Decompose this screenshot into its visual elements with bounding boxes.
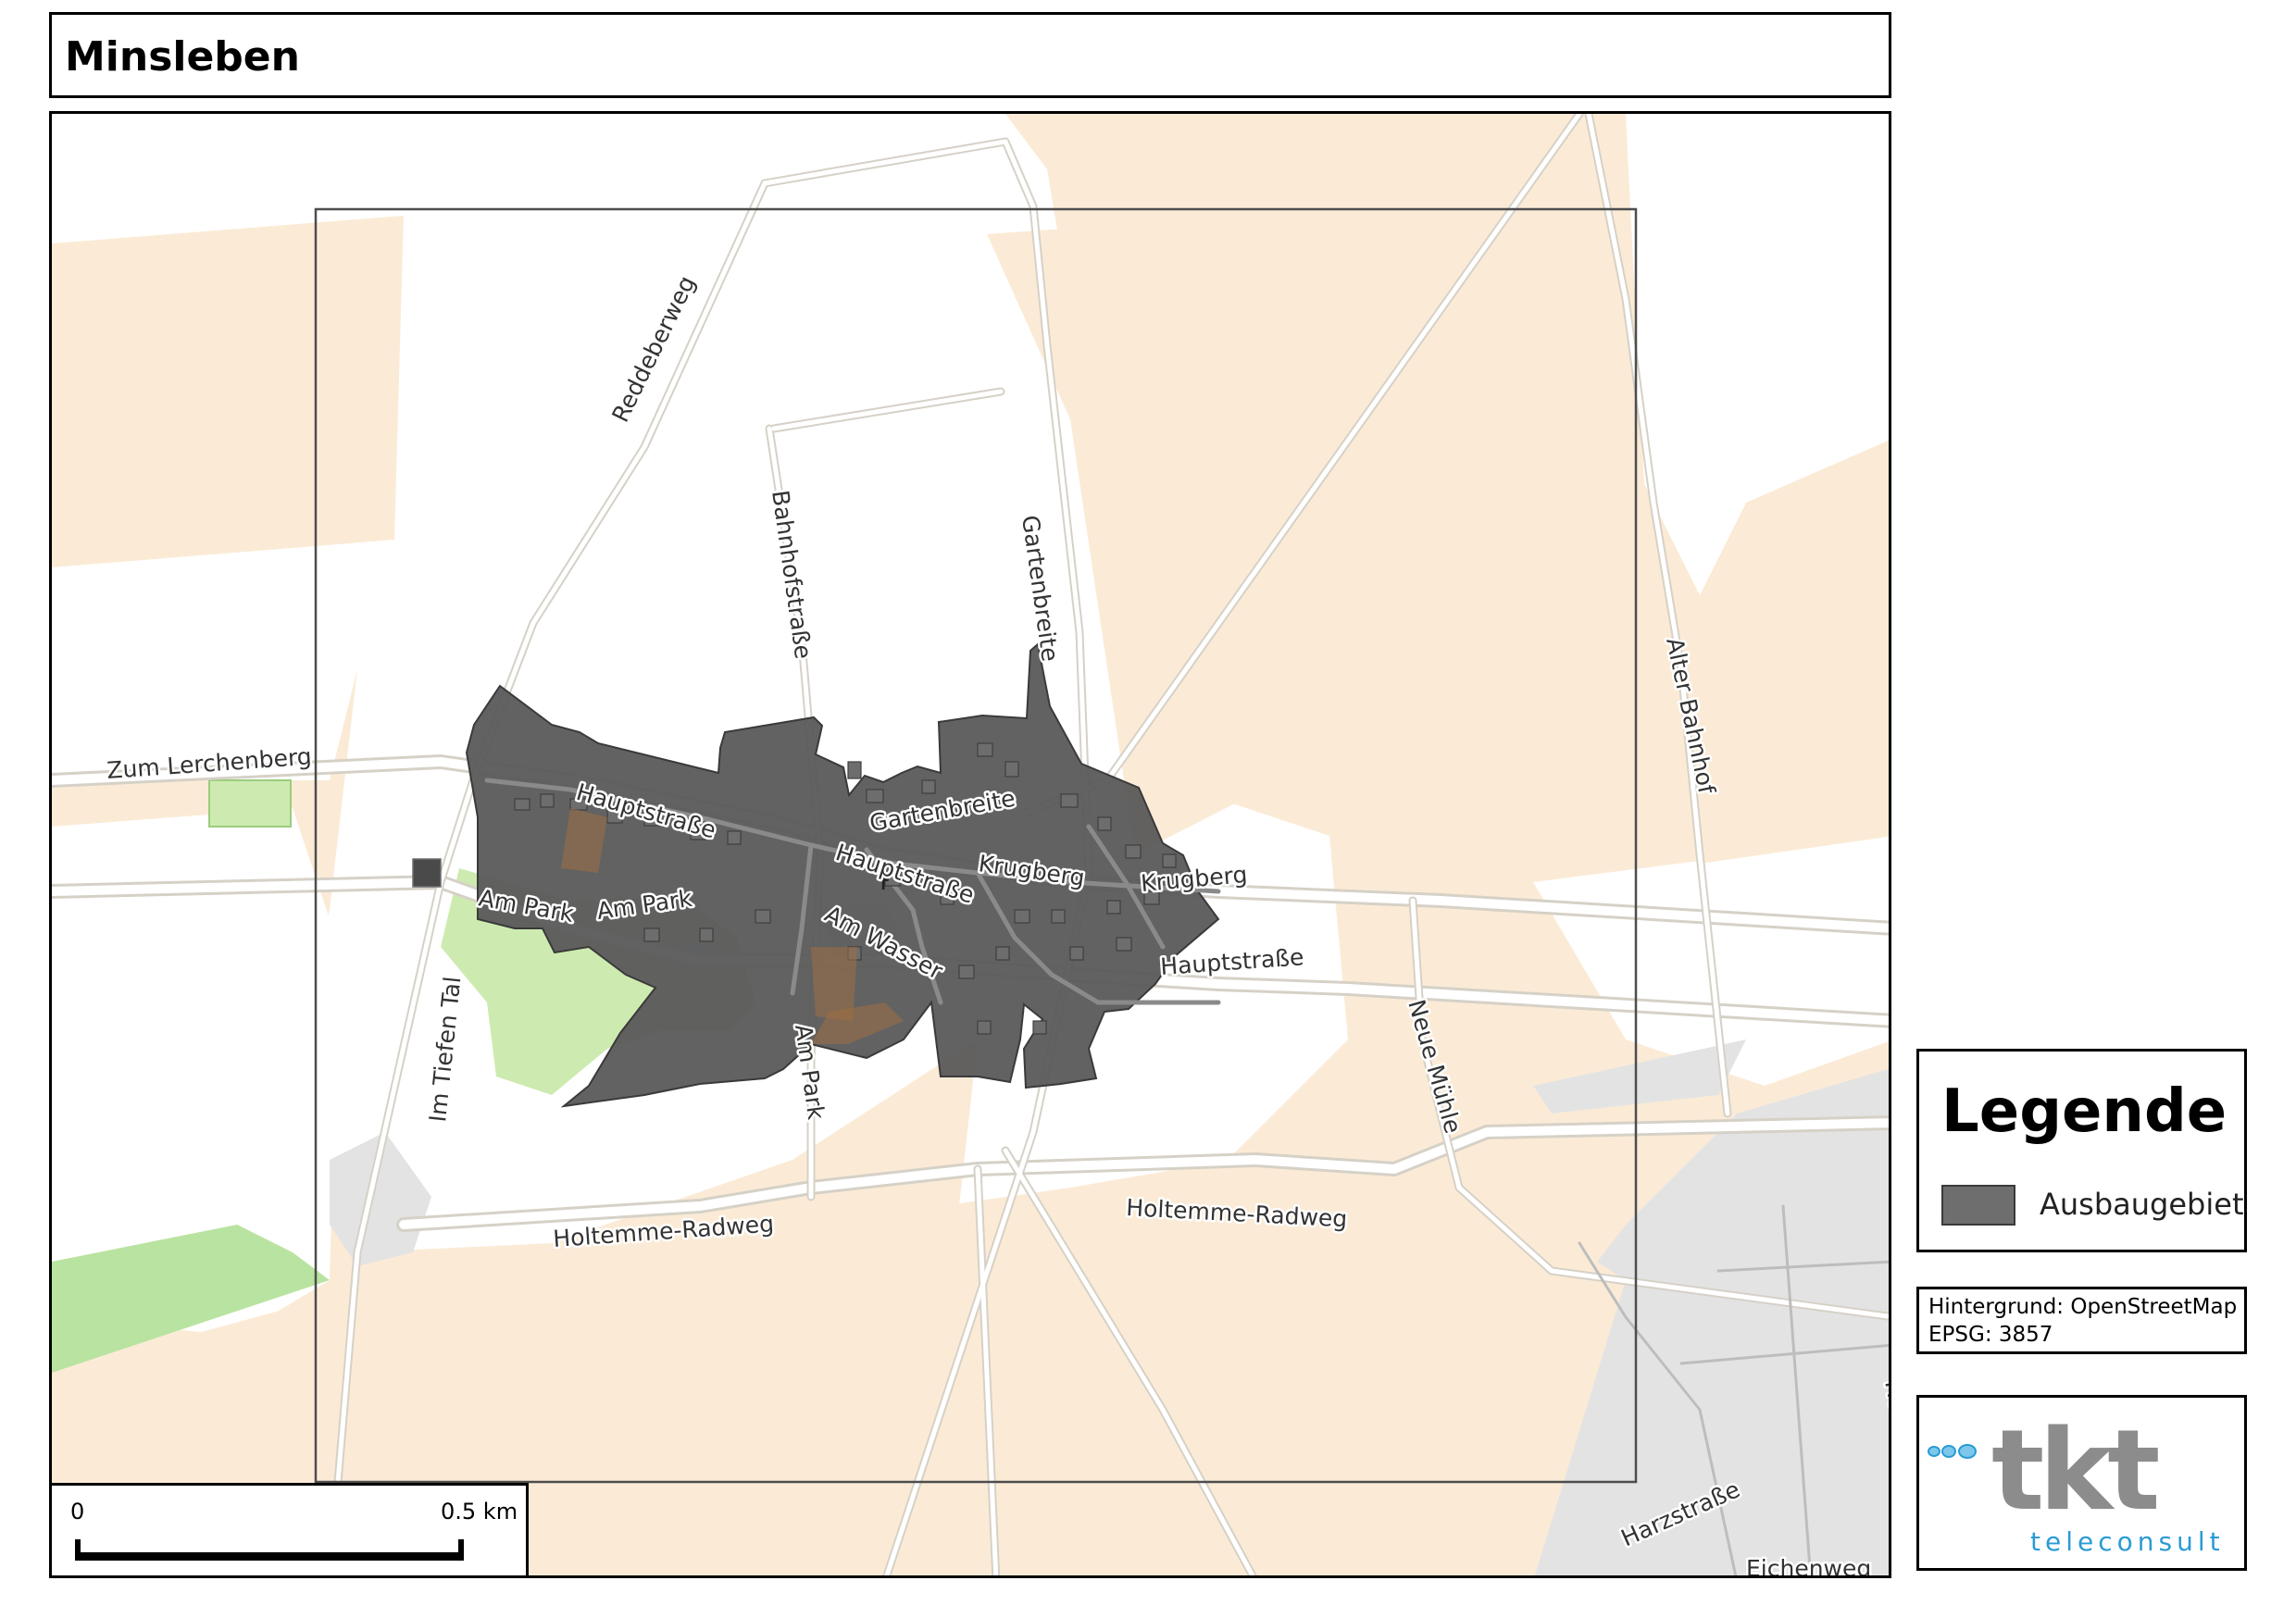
legend-label-ausbaugebiet: Ausbaugebiet: [2040, 1187, 2244, 1222]
legend-title: Legende: [1941, 1077, 2227, 1146]
legend-box: Legende Ausbaugebiet: [1916, 1049, 2247, 1252]
scale-tick-end: [458, 1539, 464, 1561]
map-frame[interactable]: ✝ Reddeberweg Bahnhofstraße Gartenbreite…: [49, 111, 1891, 1578]
map-title: Minsleben: [65, 33, 300, 81]
scale-bar-line: [75, 1552, 464, 1561]
background-source: Hintergrund: OpenStreetMap: [1928, 1295, 2238, 1319]
scale-end-label: 0.5 km: [441, 1499, 518, 1525]
tkt-logo: tkt teleconsult: [1928, 1407, 2225, 1557]
logo-dots-icon: [1928, 1444, 1977, 1459]
scale-bar: 0 0.5 km: [49, 1483, 529, 1578]
logo-brand: tkt: [1991, 1407, 2158, 1536]
small-polygon: [412, 858, 442, 888]
title-box: Minsleben: [49, 12, 1891, 98]
legend-swatch-ausbaugebiet: [1941, 1185, 2015, 1226]
logo-subtitle: teleconsult: [2030, 1526, 2225, 1557]
street-label-eichenweg: Eichenweg: [1746, 1555, 1871, 1578]
scale-tick-start: [75, 1539, 81, 1561]
epsg-code: EPSG: 3857: [1928, 1323, 2053, 1347]
info-box: Hintergrund: OpenStreetMap EPSG: 3857: [1916, 1287, 2247, 1354]
map-canvas[interactable]: ✝ Reddeberweg Bahnhofstraße Gartenbreite…: [52, 114, 1891, 1578]
logo-box: tkt teleconsult: [1916, 1395, 2247, 1571]
sports-field: [208, 779, 292, 828]
scale-start-label: 0: [70, 1499, 85, 1525]
